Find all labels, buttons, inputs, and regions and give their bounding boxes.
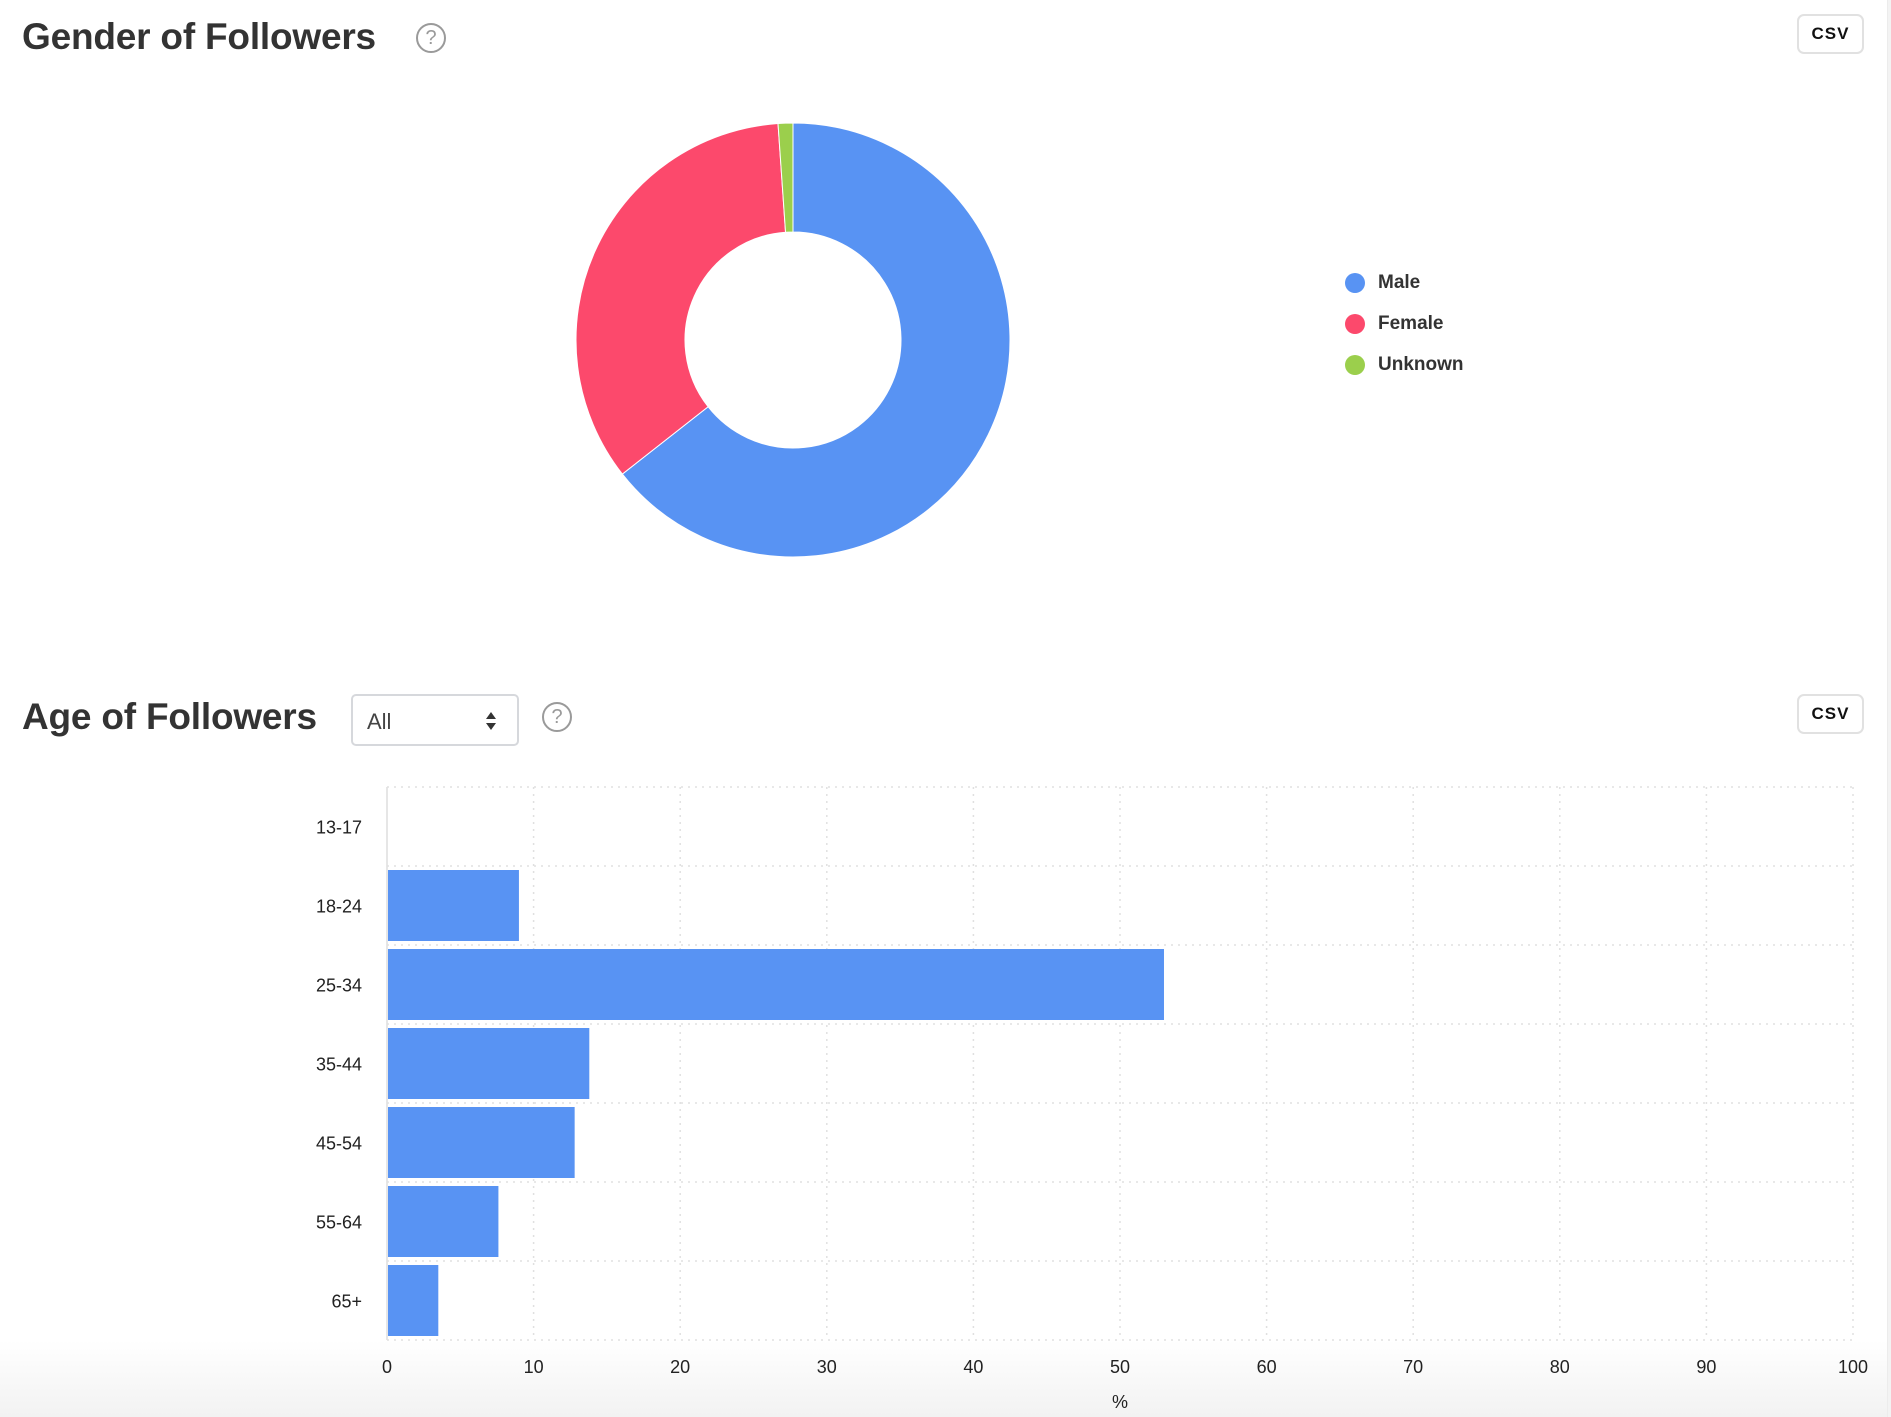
- donut-slice-female[interactable]: [575, 122, 787, 475]
- x-tick-label: 60: [1257, 1357, 1277, 1377]
- x-tick-label: 80: [1550, 1357, 1570, 1377]
- select-updown-arrows-icon: [486, 712, 496, 730]
- y-tick-label: 55-64: [316, 1213, 362, 1233]
- x-tick-label: 10: [524, 1357, 544, 1377]
- legend-dot-male: [1345, 272, 1365, 293]
- age-filter-select[interactable]: All: [351, 694, 519, 746]
- x-tick-label: 90: [1696, 1357, 1716, 1377]
- y-tick-label: 45-54: [316, 1134, 362, 1154]
- legend-label-unknown: Unknown: [1378, 353, 1464, 375]
- x-tick-label: 70: [1403, 1357, 1423, 1377]
- x-tick-label: 40: [963, 1357, 983, 1377]
- bar-35-44[interactable]: [388, 1028, 590, 1099]
- x-tick-label: 30: [817, 1357, 837, 1377]
- y-tick-label: 35-44: [316, 1055, 362, 1075]
- x-tick-label: 50: [1110, 1357, 1130, 1377]
- legend-item-female[interactable]: Female: [1345, 303, 1464, 344]
- legend-label-male: Male: [1378, 271, 1421, 293]
- age-section-title: Age of Followers: [22, 696, 317, 737]
- y-tick-label: 25-34: [316, 976, 362, 996]
- gender-donut-chart: [575, 122, 1011, 558]
- bar-25-34[interactable]: [388, 949, 1164, 1020]
- y-tick-label: 65+: [331, 1292, 362, 1312]
- x-axis-label: %: [1112, 1392, 1128, 1412]
- legend-dot-unknown: [1345, 354, 1365, 375]
- x-tick-label: 100: [1838, 1357, 1868, 1377]
- y-tick-label: 18-24: [316, 897, 362, 917]
- age-help-icon[interactable]: ?: [542, 702, 572, 732]
- bar-45-54[interactable]: [388, 1107, 575, 1178]
- legend-item-unknown[interactable]: Unknown: [1345, 344, 1464, 385]
- legend-dot-female: [1345, 313, 1365, 334]
- x-tick-label: 0: [382, 1357, 392, 1377]
- gender-legend: Male Female Unknown: [1345, 262, 1464, 385]
- age-csv-button[interactable]: CSV: [1797, 694, 1864, 734]
- bar-55-64[interactable]: [388, 1186, 499, 1257]
- legend-item-male[interactable]: Male: [1345, 262, 1464, 303]
- x-tick-label: 20: [670, 1357, 690, 1377]
- age-filter-value: All: [367, 709, 392, 734]
- bar-65+[interactable]: [388, 1265, 439, 1336]
- bar-18-24[interactable]: [388, 870, 519, 941]
- legend-label-female: Female: [1378, 312, 1444, 334]
- y-tick-label: 13-17: [316, 818, 362, 838]
